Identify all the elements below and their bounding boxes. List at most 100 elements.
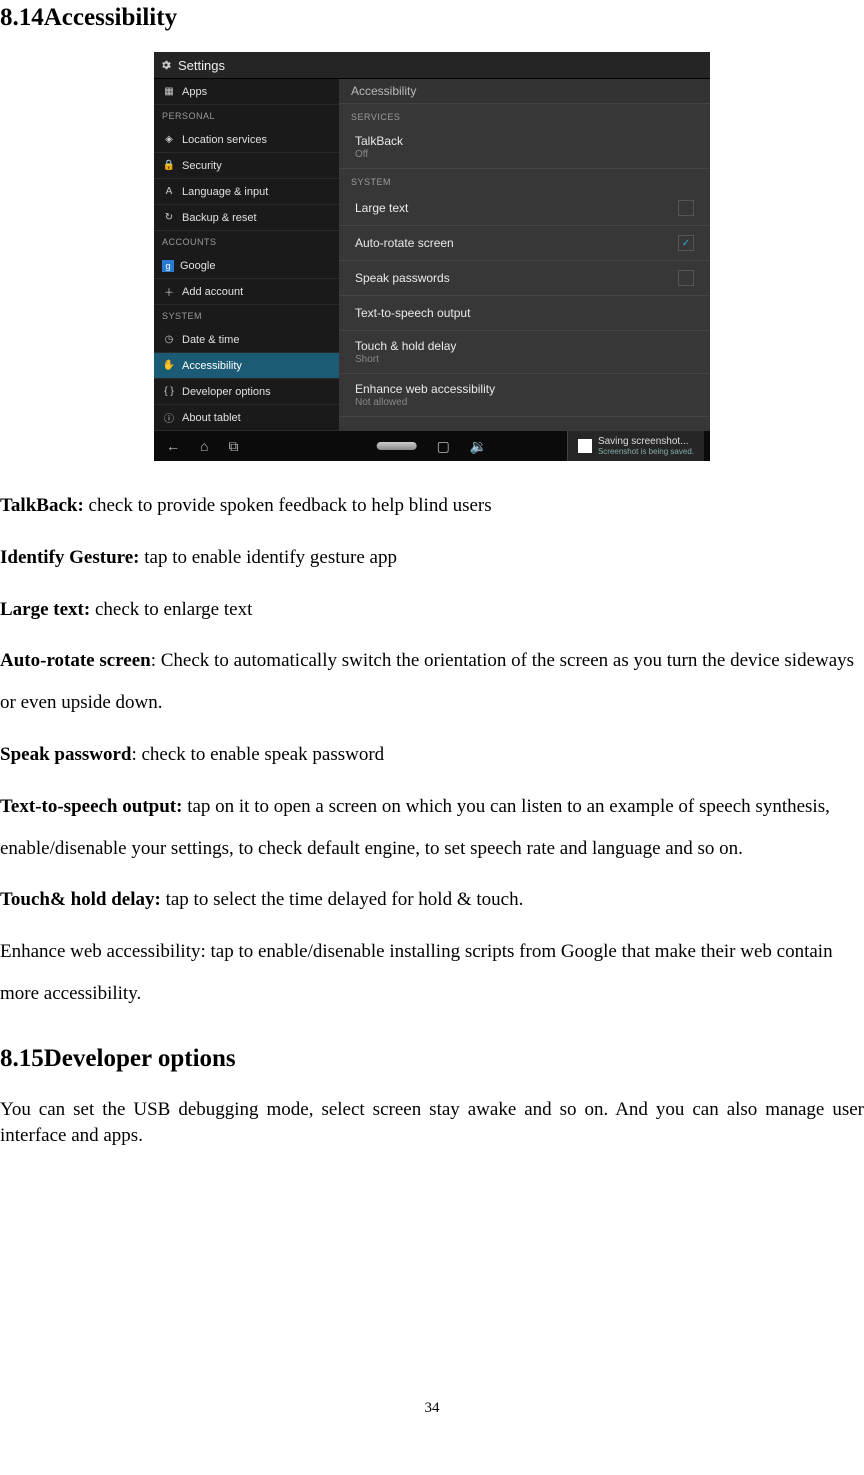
sidebar-item-backup[interactable]: ↻ Backup & reset — [154, 205, 339, 231]
backup-icon: ↻ — [162, 212, 176, 223]
bold-label: Identify Gesture: — [0, 547, 140, 568]
device-title: Settings — [178, 58, 225, 73]
sidebar-item-apps[interactable]: ▦ Apps — [154, 79, 339, 105]
section-services-label: SERVICES — [339, 104, 710, 126]
toast-title: Saving screenshot... — [598, 436, 689, 447]
recent-button[interactable]: ⧉ — [228, 438, 238, 455]
row-label: Touch & hold delay — [355, 339, 456, 353]
bold-label: Touch& hold delay: — [0, 889, 161, 910]
checkbox-unchecked[interactable] — [678, 200, 694, 216]
sidebar-item-developer[interactable]: { } Developer options — [154, 379, 339, 405]
settings-content: Accessibility SERVICES TalkBack Off SYST… — [339, 79, 710, 431]
sidebar-item-label: Security — [182, 160, 222, 172]
sidebar-item-label: About tablet — [182, 412, 241, 424]
row-sublabel: Short — [355, 354, 456, 365]
settings-icon — [160, 59, 172, 71]
sidebar-item-google[interactable]: g Google — [154, 253, 339, 279]
sidebar-item-label: Google — [180, 260, 215, 272]
settings-sidebar: ▦ Apps PERSONAL ◈ Location services 🔒 Se… — [154, 79, 339, 431]
bold-label: Text-to-speech output: — [0, 796, 182, 817]
row-large-text[interactable]: Large text — [339, 191, 710, 226]
nav-left: ← ⌂ ⧉ — [154, 438, 238, 455]
bold-label: Large text: — [0, 599, 90, 620]
row-sublabel: Off — [355, 149, 403, 160]
row-auto-rotate[interactable]: Auto-rotate screen ✓ — [339, 226, 710, 261]
row-label: Auto-rotate screen — [355, 236, 454, 250]
paragraph-tts: Text-to-speech output: tap on it to open… — [0, 786, 864, 870]
text: check to provide spoken feedback to help… — [84, 495, 492, 516]
heading-developer-options: 8.15Developer options — [0, 1045, 864, 1073]
device-body: ▦ Apps PERSONAL ◈ Location services 🔒 Se… — [154, 79, 710, 431]
row-label: Large text — [355, 201, 408, 215]
bold-label: TalkBack: — [0, 495, 84, 516]
sidebar-item-accessibility[interactable]: ✋ Accessibility — [154, 353, 339, 379]
google-icon: g — [162, 260, 174, 272]
row-touch-hold[interactable]: Touch & hold delay Short — [339, 331, 710, 374]
sidebar-item-label: Developer options — [182, 386, 271, 398]
text: tap to enable identify gesture app — [140, 547, 397, 568]
text: check to enlarge text — [90, 599, 252, 620]
sidebar-item-language[interactable]: A Language & input — [154, 179, 339, 205]
section-system-label: SYSTEM — [339, 169, 710, 191]
paragraph-identify-gesture: Identify Gesture: tap to enable identify… — [0, 537, 864, 579]
text: : check to enable speak password — [131, 744, 384, 765]
sidebar-item-about[interactable]: ⓘ About tablet — [154, 405, 339, 431]
info-icon: ⓘ — [162, 410, 176, 425]
lock-icon: 🔒 — [162, 160, 176, 171]
sidebar-header-personal: PERSONAL — [154, 105, 339, 127]
sidebar-item-label: Backup & reset — [182, 212, 257, 224]
sidebar-header-system: SYSTEM — [154, 305, 339, 327]
device-screenshot: Settings ▦ Apps PERSONAL ◈ Location serv… — [154, 52, 710, 461]
bold-label: Speak password — [0, 744, 131, 765]
text: Enhance web accessibility: tap to enable… — [0, 941, 833, 1004]
paragraph-auto-rotate: Auto-rotate screen: Check to automatical… — [0, 640, 864, 724]
row-label: Text-to-speech output — [355, 306, 470, 320]
paragraph-touch-hold: Touch& hold delay: tap to select the tim… — [0, 879, 864, 921]
volume-pill[interactable] — [377, 442, 417, 450]
volume-icon[interactable]: 🔉 — [470, 438, 487, 455]
paragraph-developer: You can set the USB debugging mode, sele… — [0, 1097, 864, 1150]
sidebar-header-accounts: ACCOUNTS — [154, 231, 339, 253]
screenshot-toast: Saving screenshot... Screenshot is being… — [567, 431, 704, 461]
sidebar-item-label: Location services — [182, 134, 267, 146]
braces-icon: { } — [162, 386, 176, 397]
paragraph-large-text: Large text: check to enlarge text — [0, 589, 864, 631]
row-enhance-web[interactable]: Enhance web accessibility Not allowed — [339, 374, 710, 417]
row-speak-passwords[interactable]: Speak passwords — [339, 261, 710, 296]
back-button[interactable]: ← — [166, 438, 180, 454]
sidebar-item-label: Date & time — [182, 334, 239, 346]
paragraph-enhance-web: Enhance web accessibility: tap to enable… — [0, 931, 864, 1015]
row-tts[interactable]: Text-to-speech output — [339, 296, 710, 331]
paragraph-speak-password: Speak password: check to enable speak pa… — [0, 734, 864, 776]
sidebar-item-label: Language & input — [182, 186, 268, 198]
screenshot-figure: Settings ▦ Apps PERSONAL ◈ Location serv… — [0, 52, 864, 461]
row-talkback[interactable]: TalkBack Off — [339, 126, 710, 169]
sidebar-item-location[interactable]: ◈ Location services — [154, 127, 339, 153]
location-icon: ◈ — [162, 134, 176, 145]
device-titlebar: Settings — [154, 52, 710, 79]
home-button[interactable]: ⌂ — [200, 438, 208, 454]
checkbox-unchecked[interactable] — [678, 270, 694, 286]
toast-sub: Screenshot is being saved. — [598, 447, 694, 456]
sidebar-item-label: Accessibility — [182, 360, 242, 372]
checkbox-checked[interactable]: ✓ — [678, 235, 694, 251]
screenshot-thumb-icon — [578, 439, 592, 453]
row-label: Speak passwords — [355, 271, 450, 285]
screenshot-button[interactable]: ▢ — [437, 438, 450, 455]
sidebar-item-security[interactable]: 🔒 Security — [154, 153, 339, 179]
row-label: TalkBack — [355, 134, 403, 148]
text: tap to select the time delayed for hold … — [161, 889, 523, 910]
row-sublabel: Not allowed — [355, 397, 495, 408]
heading-accessibility: 8.14Accessibility — [0, 4, 864, 32]
sidebar-item-label: Apps — [182, 86, 207, 98]
language-icon: A — [162, 186, 176, 197]
bold-label: Auto-rotate screen — [0, 650, 151, 671]
paragraph-talkback: TalkBack: check to provide spoken feedba… — [0, 485, 864, 527]
accessibility-icon: ✋ — [162, 360, 176, 371]
sidebar-item-label: Add account — [182, 286, 243, 298]
sidebar-item-datetime[interactable]: ◷ Date & time — [154, 327, 339, 353]
clock-icon: ◷ — [162, 334, 176, 345]
nav-mid: ▢ 🔉 — [377, 438, 488, 455]
sidebar-item-add-account[interactable]: ＋ Add account — [154, 279, 339, 305]
device-navbar: ← ⌂ ⧉ ▢ 🔉 Saving screenshot... Screensho… — [154, 431, 710, 461]
